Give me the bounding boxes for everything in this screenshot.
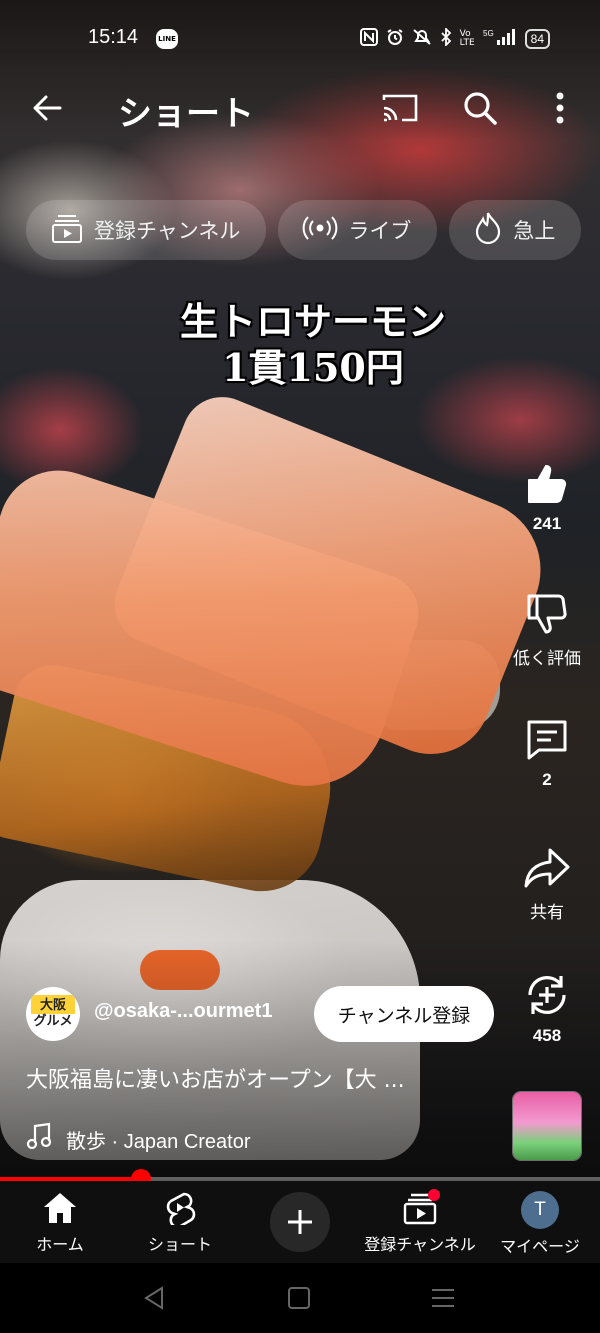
dislike-label: 低く評価 (513, 649, 581, 669)
status-bar: 15:14 LINE Vo LTE 5G 84 (0, 18, 600, 62)
nav-subscriptions-label: 登録チャンネル (364, 1235, 476, 1254)
thumbs-down-icon (527, 594, 567, 634)
video-title[interactable]: 大阪福島に凄いお店がオープン【大 ... (26, 1062, 496, 1094)
nav-home[interactable]: ホーム (0, 1191, 120, 1255)
plus-icon (288, 1210, 312, 1234)
comments-button[interactable]: 2 (512, 716, 582, 790)
remix-icon (528, 976, 566, 1014)
system-recents-icon[interactable] (428, 1283, 458, 1313)
subscribe-button[interactable]: チャンネル登録 (314, 986, 494, 1042)
user-avatar: T (521, 1191, 559, 1229)
remix-count: 458 (532, 1026, 562, 1045)
nav-mypage-label: マイページ (500, 1237, 580, 1256)
like-count: 241 (532, 514, 562, 533)
more-options-icon[interactable] (552, 88, 568, 128)
back-arrow-icon[interactable] (28, 88, 68, 128)
share-label: 共有 (530, 903, 564, 923)
cast-icon[interactable] (380, 90, 420, 126)
battery-icon: 84 (524, 29, 550, 49)
chip-live[interactable]: ライブ (278, 200, 438, 260)
share-button[interactable]: 共有 (512, 844, 582, 923)
home-icon (44, 1193, 76, 1223)
shorts-icon (166, 1192, 196, 1225)
line-app-icon: LINE (156, 29, 178, 49)
system-back-icon[interactable] (140, 1283, 170, 1313)
chip-label: 急上 (513, 219, 556, 243)
channel-handle[interactable]: @osaka-...ourmet1 (94, 1000, 272, 1023)
volte-icon: Vo LTE (459, 29, 475, 48)
nav-home-label: ホーム (36, 1235, 84, 1254)
nav-shorts[interactable]: ショート (120, 1191, 240, 1255)
signal-5g-icon: 5G (483, 28, 517, 50)
share-icon (524, 848, 570, 888)
status-time: 15:14 (88, 26, 139, 48)
video-overlay-caption: 生トロサーモン 1貫150円 (0, 298, 600, 390)
search-icon[interactable] (460, 88, 500, 128)
nav-mypage[interactable]: T マイページ (480, 1191, 600, 1257)
nav-shorts-label: ショート (147, 1235, 212, 1254)
trending-icon (473, 211, 503, 250)
create-button[interactable] (270, 1192, 330, 1252)
live-icon (302, 213, 338, 248)
music-note-icon (26, 1122, 52, 1156)
alarm-icon (386, 28, 404, 50)
thumbs-up-icon (528, 465, 567, 503)
system-navigation-bar (0, 1263, 600, 1333)
svg-text:5G: 5G (483, 29, 494, 38)
chip-label: 登録チャンネル (94, 219, 241, 243)
channel-avatar[interactable]: 大阪 グルメ (26, 987, 80, 1041)
music-row[interactable]: 散歩 · Japan Creator (26, 1122, 251, 1156)
notification-dot (428, 1189, 440, 1201)
chip-label: ライブ (348, 219, 412, 243)
avatar-text-top: 大阪 (39, 998, 66, 1013)
shorts-player[interactable]: 15:14 LINE Vo LTE 5G 84 ショート 登録チャンネル ライブ… (0, 0, 600, 1333)
status-icons: Vo LTE 5G 84 (359, 26, 550, 50)
chip-subscriptions[interactable]: 登録チャンネル (26, 200, 267, 260)
comment-icon (527, 720, 567, 760)
system-home-icon[interactable] (284, 1283, 314, 1313)
page-title: ショート (118, 94, 254, 134)
top-app-bar: ショート (0, 80, 600, 136)
caption-line-2: 1貫150円 (222, 345, 404, 390)
chip-trending[interactable]: 急上 (449, 200, 582, 260)
filter-chips: 登録チャンネル ライブ 急上 (26, 200, 582, 260)
remix-button[interactable]: 458 (512, 970, 582, 1046)
caption-line-1: 生トロサーモン (179, 299, 446, 344)
nav-subscriptions[interactable]: 登録チャンネル (360, 1189, 480, 1255)
bluetooth-icon (440, 26, 452, 50)
dislike-button[interactable]: 低く評価 (512, 590, 582, 669)
like-button[interactable]: 241 (512, 460, 582, 534)
subscriptions-icon (50, 211, 84, 250)
mute-icon (412, 28, 432, 50)
comment-count: 2 (542, 770, 552, 789)
avatar-text-bottom: グルメ (33, 1014, 73, 1029)
nfc-icon (359, 28, 378, 50)
music-title: 散歩 · Japan Creator (66, 1130, 251, 1153)
music-thumbnail[interactable] (513, 1092, 581, 1160)
